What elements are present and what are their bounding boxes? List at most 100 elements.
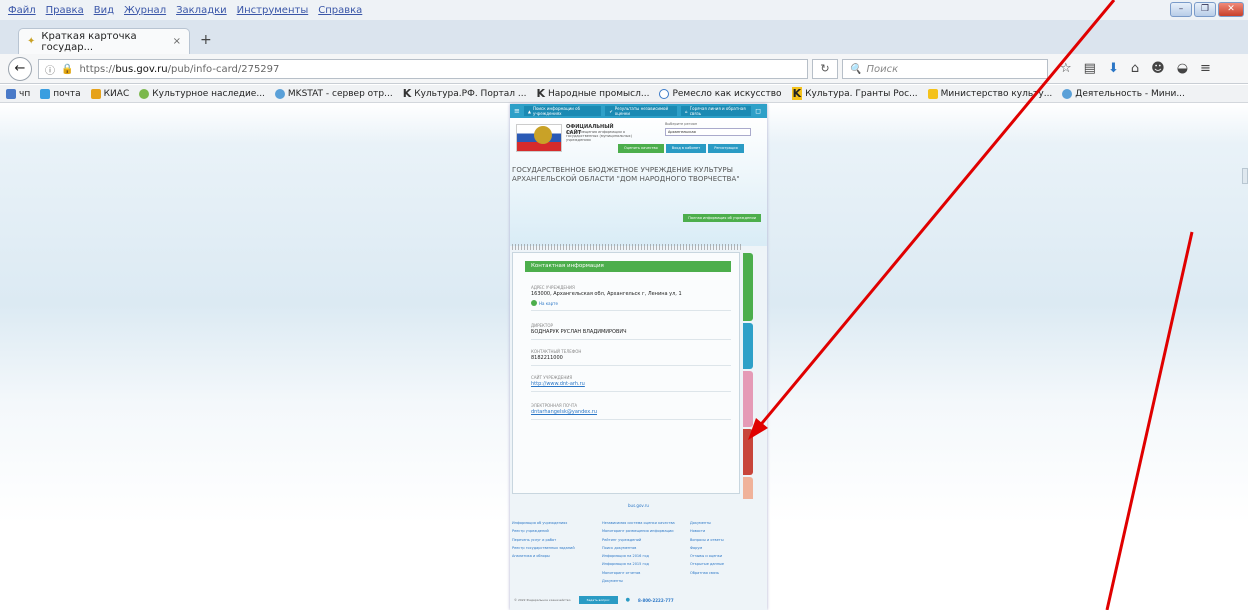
minimize-button[interactable]: – [1170,2,1192,17]
restore-button[interactable]: ❐ [1194,2,1216,17]
phone-icon: ● [625,597,631,603]
menu-tools[interactable]: Инструменты [237,5,309,16]
map-pin-icon [531,300,537,306]
reload-button[interactable]: ↻ [812,59,838,79]
footer-link[interactable]: Документы [690,519,724,527]
email-link[interactable]: dntarhangelsk@yandex.ru [531,409,731,415]
chat-icon[interactable]: ☻ [1151,61,1165,76]
footer-link[interactable]: Информация на 2015 год [602,560,675,568]
register-button[interactable]: Регистрация [708,144,744,153]
site-top-nav: ≡ ▲ Поиск информации об учреждениях ✔ Резу… [510,104,767,118]
feedback-icon[interactable]: ◻ [755,107,761,115]
footer-link[interactable]: Рейтинг учреждений [602,536,675,544]
back-button[interactable]: ← [8,57,32,81]
website-field: САЙТ УЧРЕЖДЕНИЯ http://www.dnt-arh.ru [531,375,731,392]
hamburger-icon[interactable]: ≡ [514,107,520,115]
footer-link[interactable]: Открытые данные [690,560,724,568]
phone-field: КОНТАКТНЫЙ ТЕЛЕФОН 8182211000 [531,349,731,366]
side-tab-highlighted[interactable] [743,429,753,475]
footer-link[interactable]: Мониторинг размещения информации [602,527,675,535]
info-icon[interactable]: ⓘ [45,62,55,77]
footer-link[interactable]: Реестр государственных заданий [512,544,575,552]
download-icon[interactable]: ⬇ [1108,61,1119,76]
bookmark-item[interactable]: чп [6,88,30,99]
footer-link[interactable]: Перечень услуг и работ [512,536,575,544]
home-icon[interactable]: ⌂ [1131,61,1139,76]
map-link[interactable]: На карте [531,300,731,306]
header-buttons: Оценить качество Вход в кабинет Регистра… [618,144,744,153]
bookmark-item[interactable]: Деятельность - Мини... [1062,88,1185,99]
footer-link[interactable]: Поиск документов [602,544,675,552]
browser-tab[interactable]: ✦ Краткая карточка государ... × [18,28,190,54]
bookmark-item[interactable]: K Культура.РФ. Портал ... [403,87,527,100]
k-logo-icon: K [402,87,412,100]
footer-column-3: Документы Новости Вопросы и ответы Форум… [690,519,724,577]
full-info-button[interactable]: Полная информация об учреждении [683,214,761,222]
reading-list-icon[interactable]: ▤ [1084,61,1096,76]
mail-icon [40,88,51,99]
scroll-handle[interactable] [1242,168,1248,184]
bookmark-item[interactable]: MKSTAT - сервер отр... [274,88,393,99]
footer-link[interactable]: Независимая система оценки качества [602,519,675,527]
nav-results[interactable]: ✔ Результаты независимой оценки [605,106,678,116]
nav-hotline[interactable]: ⌂ Горячая линия и обратная связь [681,106,752,116]
contact-card-header: Контактная информация [525,261,731,272]
k-logo-icon: K [791,87,803,100]
side-tab-general[interactable] [743,253,753,321]
new-tab-button[interactable]: + [200,32,212,48]
footer-link[interactable]: Форум [690,544,724,552]
footer-link[interactable]: Обратная связь [690,569,724,577]
footer-link[interactable]: Аналитика и обзоры [512,552,575,560]
bookmark-item[interactable]: Культурное наследие... [139,88,265,99]
footer-link[interactable]: Информация на 2016 год [602,552,675,560]
house-icon: ⌂ [685,108,688,114]
footer-link[interactable]: Новости [690,527,724,535]
menu-edit[interactable]: Правка [46,5,84,16]
menu-help[interactable]: Справка [318,5,362,16]
ask-question-button[interactable]: Задать вопрос [578,596,618,604]
footer-link[interactable]: Документы [602,577,675,585]
search-input[interactable]: 🔍 Поиск [842,59,1048,79]
tab-close-icon[interactable]: × [173,36,181,47]
menu-bookmarks[interactable]: Закладки [176,5,227,16]
bookmark-item[interactable]: КИАС [90,88,129,99]
bookmark-item[interactable]: K Культура. Гранты Рос... [791,87,918,100]
menu-history[interactable]: Журнал [124,5,166,16]
check-icon: ✔ [609,108,613,114]
bookmark-icon [90,88,101,99]
menu-file[interactable]: Файл [8,5,36,16]
bookmark-item[interactable]: K Народные промысл... [537,87,650,100]
url-path: /pub/info-card/275297 [167,63,280,75]
close-window-button[interactable]: ✕ [1218,2,1244,17]
bookmark-item[interactable]: Ремесло как искусство [659,88,782,99]
footer-link[interactable]: Информация об учреждениях [512,519,575,527]
side-tab-ratings[interactable] [743,371,753,427]
bookmark-item[interactable]: почта [40,88,81,99]
bookmark-item[interactable]: Министерство культу... [927,88,1052,99]
side-tab-info[interactable] [743,323,753,369]
nav-search-institutions[interactable]: ▲ Поиск информации об учреждениях [523,106,602,116]
director-field: ДИРЕКТОР БОДНАРУК РУСЛАН ВЛАДИМИРОВИЧ [531,323,731,340]
footer-link[interactable]: Мониторинг отчетов [602,569,675,577]
rate-quality-button[interactable]: Оценить качество [618,144,664,153]
region-select[interactable]: Архангельская [665,128,751,136]
menu-view[interactable]: Вид [94,5,114,16]
url-prefix: https:// [79,63,116,75]
bookmarks-bar: чп почта КИАС Культурное наследие... MKS… [0,85,1248,103]
footer-link[interactable]: Реестр учреждений [512,527,575,535]
url-host: bus.gov.ru [115,63,168,75]
star-icon[interactable]: ☆ [1060,61,1072,76]
building-icon: ▲ [527,108,531,114]
menu-icon[interactable]: ≡ [1200,61,1211,76]
footer-link[interactable]: Вопросы и ответы [690,536,724,544]
menu-bar: Файл Правка Вид Журнал Закладки Инструме… [0,0,1248,20]
pocket-icon[interactable]: ◒ [1177,61,1188,76]
coat-of-arms-icon [534,126,552,144]
notebook-spiral [512,244,742,250]
footer-link[interactable]: Отзывы и оценки [690,552,724,560]
login-button[interactable]: Вход в кабинет [665,144,707,153]
website-link[interactable]: http://www.dnt-arh.ru [531,381,731,387]
bookmark-icon [1062,88,1073,99]
url-bar[interactable]: ⓘ 🔒 https://bus.gov.ru/pub/info-card/275… [38,59,808,79]
footer-bottom: © 2022 Федеральное казначейство Задать в… [510,591,767,609]
